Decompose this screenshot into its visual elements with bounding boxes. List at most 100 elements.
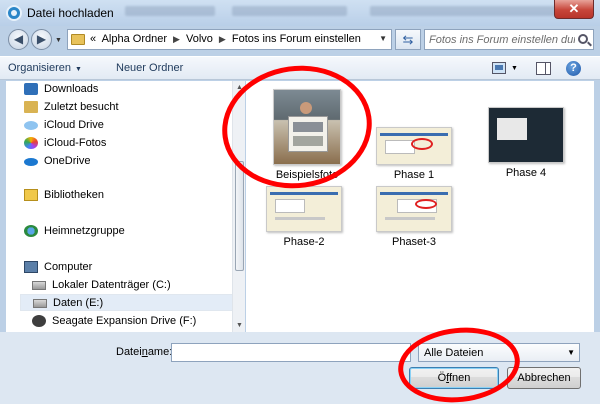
recent-locations-chevron-icon[interactable]: ▼: [55, 37, 62, 44]
cancel-button[interactable]: Abbrechen: [507, 367, 581, 389]
image-thumbnail: [376, 186, 452, 232]
file-item[interactable]: Phase 4: [486, 107, 566, 179]
sidebar-item-computer[interactable]: Computer: [24, 259, 236, 276]
scroll-up-icon[interactable]: ▲: [233, 81, 246, 94]
thumbnail-graphic: [411, 138, 433, 150]
thumbnail-graphic: [497, 118, 527, 140]
thumbnail-graphic: [275, 199, 305, 213]
blurred-tab: [125, 6, 215, 16]
breadcrumb-item[interactable]: Volvo: [186, 33, 213, 45]
sidebar-item-onedrive[interactable]: OneDrive: [24, 153, 236, 170]
thumbnail-graphic: [380, 133, 448, 136]
address-bar[interactable]: « Alpha Ordner ▶ Volvo ▶ Fotos ins Forum e…: [67, 29, 392, 50]
file-list: Beispielsfoto Phase 1 Phase 4 Phase-2 Ph…: [246, 81, 594, 332]
chevron-right-icon[interactable]: ▶: [219, 34, 226, 44]
breadcrumb-overflow[interactable]: «: [90, 33, 96, 45]
sidebar-item-icloud-photos[interactable]: iCloud-Fotos: [24, 135, 236, 152]
sidebar-item-homegroup[interactable]: Heimnetzgruppe: [24, 223, 236, 240]
filename-input[interactable]: [174, 345, 408, 360]
filename-label-text: ame:: [147, 346, 173, 358]
breadcrumb-item[interactable]: Alpha Ordner: [102, 33, 167, 45]
breadcrumb: « Alpha Ordner ▶ Volvo ▶ Fotos ins Forum e…: [90, 33, 364, 45]
thumbnail-graphic: [275, 217, 325, 220]
title-bar: Datei hochladen ✕: [0, 0, 600, 26]
navigation-bar: ◀ ▶ ▼ « Alpha Ordner ▶ Volvo ▶ Fotos ins F…: [0, 26, 600, 54]
library-icon: [24, 189, 38, 201]
navigation-pane: Downloads Zuletzt besucht iCloud Drive i…: [6, 81, 245, 332]
file-dialog-footer: Dateiname: Alle Dateien ▼ Öffnen Abbrech…: [0, 332, 600, 404]
file-name: Phase-2: [283, 236, 325, 248]
back-button[interactable]: ◀: [8, 29, 29, 50]
file-name: Phaset-3: [391, 236, 437, 248]
breadcrumb-item[interactable]: Fotos ins Forum einstellen: [232, 33, 361, 45]
chevron-down-icon[interactable]: ▼: [511, 65, 518, 72]
filename-field[interactable]: [171, 343, 411, 362]
computer-icon: [24, 261, 38, 273]
hard-drive-icon: [33, 299, 47, 308]
sidebar-item-label: Seagate Expansion Drive (F:): [52, 315, 197, 327]
organize-menu-button[interactable]: Organisieren ▼: [8, 62, 82, 74]
photo-sign: [288, 116, 328, 152]
open-label: Ö: [437, 372, 447, 384]
chevron-down-icon: ▼: [74, 66, 82, 73]
chevron-right-icon[interactable]: ▶: [173, 34, 180, 44]
person-photo: [300, 102, 312, 114]
sidebar-item-drive-e[interactable]: Daten (E:): [20, 294, 238, 311]
close-button[interactable]: ✕: [554, 0, 594, 19]
address-dropdown-icon[interactable]: ▼: [379, 34, 387, 43]
sidebar-item-drive-c[interactable]: Lokaler Datenträger (C:): [32, 277, 236, 294]
sidebar-item-icloud-drive[interactable]: iCloud Drive: [24, 117, 236, 134]
filename-label-text: Datei: [116, 346, 142, 358]
sidebar-item-recent[interactable]: Zuletzt besucht: [24, 99, 236, 116]
file-type-value: Alle Dateien: [424, 347, 484, 359]
scroll-down-icon[interactable]: ▼: [233, 319, 246, 332]
sidebar-item-drive-f[interactable]: Seagate Expansion Drive (F:): [32, 313, 236, 330]
image-thumbnail: [266, 186, 342, 232]
file-item[interactable]: Phaset-3: [374, 186, 454, 248]
onedrive-icon: [24, 158, 38, 166]
thumbnail-graphic: [270, 192, 338, 195]
sidebar-item-label: Bibliotheken: [44, 189, 104, 201]
thumbnail-graphic: [380, 192, 448, 195]
refresh-button[interactable]: ⇆: [395, 29, 421, 50]
sidebar-item-libraries[interactable]: Bibliotheken: [24, 187, 236, 204]
sidebar-item-label: iCloud Drive: [44, 119, 104, 131]
image-thumbnail: [273, 89, 341, 165]
sidebar-item-label: Daten (E:): [53, 297, 104, 309]
sidebar-item-label: Heimnetzgruppe: [44, 225, 125, 237]
scrollbar-thumb[interactable]: [235, 161, 244, 271]
view-options-icon[interactable]: [492, 62, 506, 74]
search-icon[interactable]: [578, 34, 588, 44]
downloads-icon: [24, 83, 38, 95]
file-item[interactable]: Phase-2: [264, 186, 344, 248]
external-drive-icon: [32, 315, 46, 327]
sidebar-item-label: Downloads: [44, 83, 99, 95]
thumbnail-graphic: [385, 217, 435, 220]
recent-places-icon: [24, 101, 38, 113]
search-box[interactable]: [424, 29, 594, 50]
file-item[interactable]: Beispielsfoto: [264, 89, 350, 181]
open-label: fnen: [449, 372, 471, 384]
homegroup-icon: [24, 225, 38, 237]
command-toolbar: Organisieren ▼ Neuer Ordner ▼ ?: [0, 56, 600, 80]
sidebar-item-downloads[interactable]: Downloads: [24, 81, 236, 98]
image-thumbnail: [488, 107, 564, 163]
sidebar-item-label: Zuletzt besucht: [44, 101, 119, 113]
window-title: Datei hochladen: [27, 6, 114, 20]
folder-icon: [71, 34, 85, 45]
file-item[interactable]: Phase 1: [374, 127, 454, 181]
file-name: Phase 4: [505, 167, 547, 179]
help-icon[interactable]: ?: [566, 61, 581, 76]
organize-label: Organisieren: [8, 62, 71, 74]
forward-button[interactable]: ▶: [31, 29, 52, 50]
app-icon: [6, 5, 22, 21]
blurred-tab: [232, 6, 347, 16]
navigation-scrollbar[interactable]: ▲ ▼: [232, 81, 245, 332]
search-input[interactable]: [429, 32, 575, 47]
file-type-select[interactable]: Alle Dateien ▼: [418, 343, 580, 362]
sidebar-item-label: Computer: [44, 261, 93, 273]
preview-pane-icon[interactable]: [536, 62, 551, 75]
new-folder-button[interactable]: Neuer Ordner: [116, 62, 183, 74]
file-name: Phase 1: [393, 169, 435, 181]
open-button[interactable]: Öffnen: [409, 367, 499, 389]
